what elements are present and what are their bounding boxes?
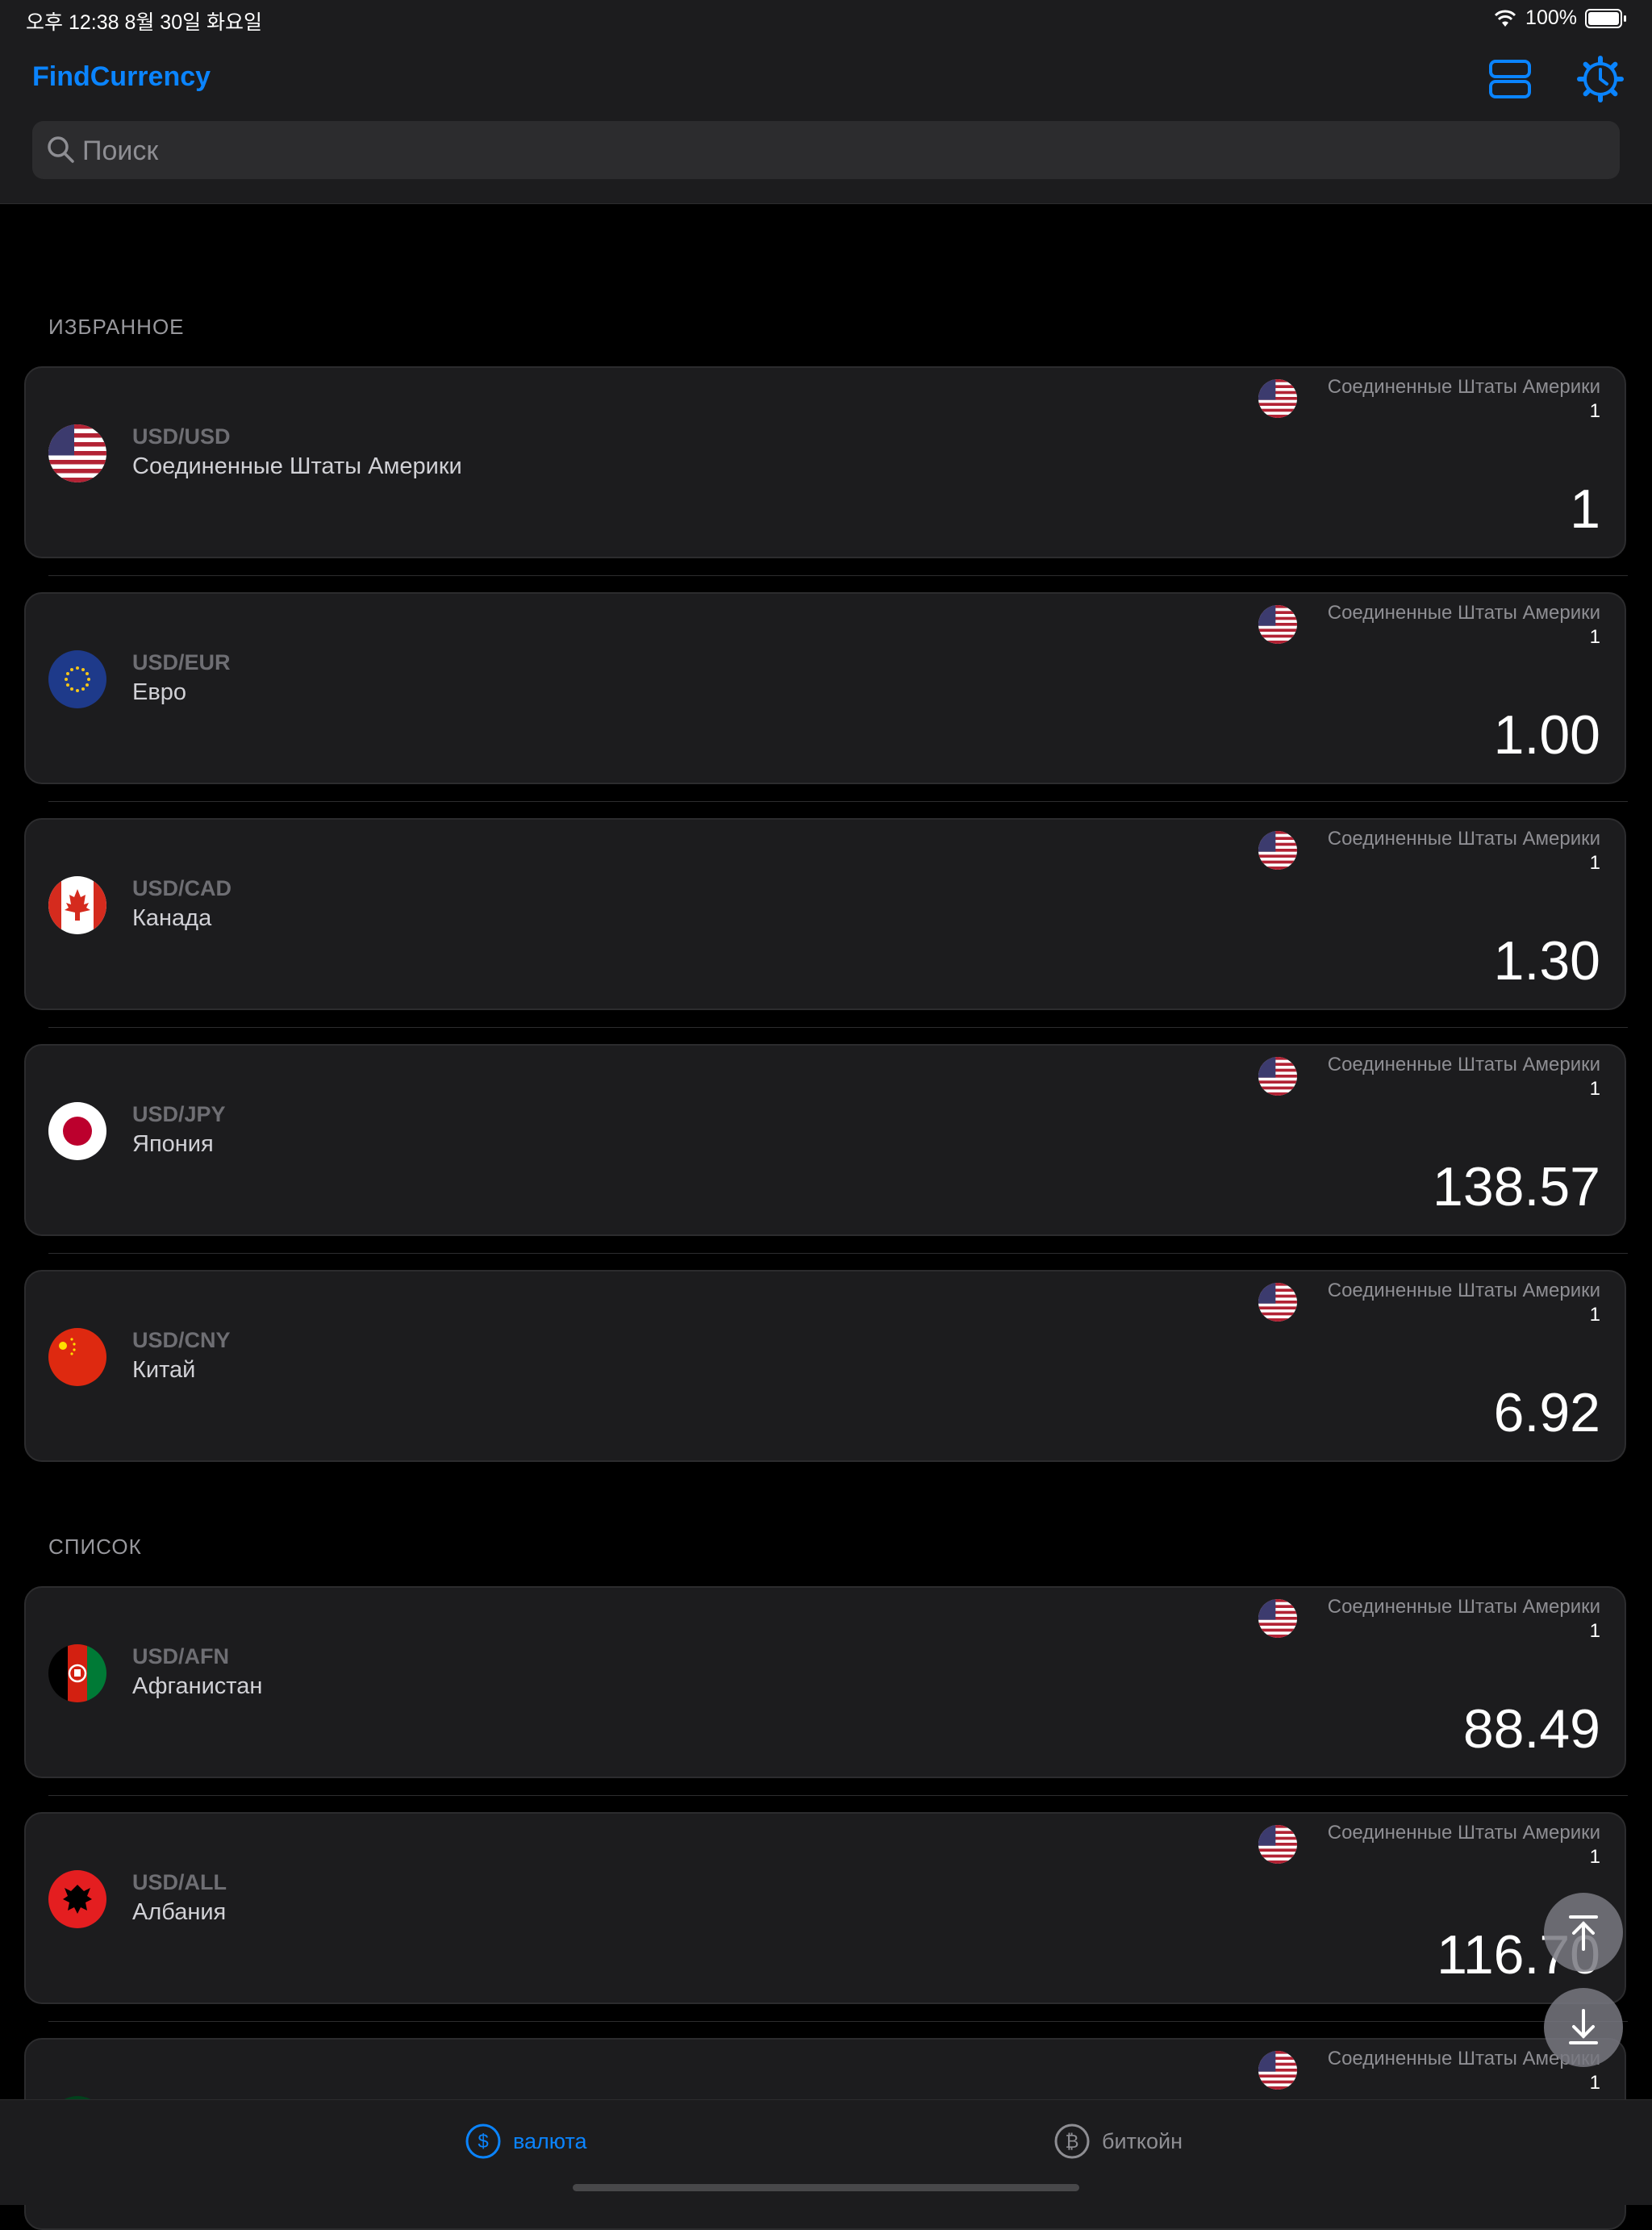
us-flag-icon	[1258, 605, 1297, 644]
base-currency-name: Соединенные Штаты Америки	[1327, 828, 1600, 850]
us-flag-icon	[1258, 1283, 1297, 1322]
base-currency-name: Соединенные Штаты Америки	[1327, 1054, 1600, 1075]
currency-pair: USD/CAD	[132, 876, 232, 900]
base-amount: 1	[1589, 626, 1600, 648]
row-separator	[48, 575, 1628, 576]
scroll-to-bottom-button[interactable]	[1544, 1988, 1623, 2067]
exchange-rate: 1.30	[1493, 930, 1600, 992]
exchange-rate: 138.57	[1433, 1156, 1600, 1217]
currency-name: Албания	[132, 1899, 227, 1925]
tab-bitcoin-label: биткойн	[1102, 2128, 1183, 2153]
scroll-to-top-button[interactable]	[1544, 1893, 1623, 1972]
row-separator	[48, 801, 1628, 802]
battery-icon	[1585, 8, 1622, 28]
status-bar: 오후 12:38 8월 30일 화요일 100%	[0, 0, 1652, 39]
base-amount: 1	[1589, 852, 1600, 874]
currency-pair: USD/EUR	[132, 650, 231, 674]
row-separator	[48, 2021, 1628, 2022]
japan-flag-icon	[48, 1102, 106, 1160]
row-separator	[48, 1253, 1628, 1254]
home-indicator	[573, 2184, 1079, 2191]
currency-pair: USD/AFN	[132, 1644, 229, 1668]
arrow-down-to-line-icon	[1569, 2009, 1598, 2044]
tab-currency-label: валюта	[513, 2128, 587, 2153]
currency-pair: USD/CNY	[132, 1328, 231, 1352]
base-currency-name: Соединенные Штаты Америки	[1327, 1596, 1600, 1618]
list-section-title: СПИСОК	[48, 1535, 142, 1559]
gear-clock-icon	[1577, 56, 1624, 102]
currency-card-usd-jpy[interactable]: USD/JPY Япония Соединенные Штаты Америки…	[24, 1044, 1626, 1236]
china-flag-icon	[48, 1328, 106, 1386]
us-flag-icon	[1258, 1599, 1297, 1638]
currency-pair: USD/ALL	[132, 1870, 227, 1894]
base-currency-name: Соединенные Штаты Америки	[1327, 376, 1600, 398]
currency-card-usd-afn[interactable]: USD/AFN Афганистан Соединенные Штаты Аме…	[24, 1586, 1626, 1778]
exchange-rate: 1.00	[1493, 704, 1600, 766]
search-icon	[48, 136, 74, 163]
base-currency-name: Соединенные Штаты Америки	[1327, 1822, 1600, 1844]
us-flag-icon	[1258, 831, 1297, 870]
svg-text:₿: ₿	[1065, 2132, 1078, 2153]
us-flag-icon	[1258, 1825, 1297, 1864]
row-separator	[48, 1027, 1628, 1028]
tab-bitcoin[interactable]: ₿ биткойн	[1053, 2123, 1183, 2160]
base-currency-name: Соединенные Штаты Америки	[1327, 602, 1600, 624]
currency-name: Япония	[132, 1131, 214, 1157]
base-amount: 1	[1589, 1620, 1600, 1642]
currency-pair: USD/USD	[132, 424, 231, 449]
svg-text:$: $	[478, 2131, 488, 2153]
currency-pair: USD/JPY	[132, 1102, 226, 1126]
tab-bar: $ валюта ₿ биткойн	[0, 2099, 1652, 2205]
currency-card-usd-eur[interactable]: USD/EUR Евро Соединенные Штаты Америки 1…	[24, 592, 1626, 784]
us-flag-icon	[1258, 1057, 1297, 1096]
currency-name: Канада	[132, 905, 212, 931]
albania-flag-icon	[48, 1870, 106, 1928]
navigation-header: FindCurrency	[0, 39, 1652, 204]
afghanistan-flag-icon	[48, 1644, 106, 1702]
favorites-section-title: ИЗБРАННОЕ	[48, 315, 185, 339]
base-amount: 1	[1589, 1846, 1600, 1868]
us-flag-icon	[1258, 2051, 1297, 2090]
bitcoin-circle-icon: ₿	[1054, 2124, 1090, 2159]
search-input[interactable]	[81, 121, 1600, 181]
base-currency-name: Соединенные Штаты Америки	[1327, 1280, 1600, 1301]
currency-card-usd-all[interactable]: USD/ALL Албания Соединенные Штаты Америк…	[24, 1812, 1626, 2004]
exchange-rate: 6.92	[1493, 1382, 1600, 1443]
wifi-icon	[1494, 10, 1516, 27]
base-amount: 1	[1589, 1304, 1600, 1326]
base-amount: 1	[1589, 2072, 1600, 2094]
currency-name: Евро	[132, 679, 187, 705]
eu-flag-icon	[48, 650, 106, 708]
tab-currency[interactable]: $ валюта	[465, 2123, 587, 2160]
currency-name: Китай	[132, 1357, 196, 1383]
currency-name: Соединенные Штаты Америки	[132, 453, 462, 479]
currency-card-usd-cad[interactable]: USD/CAD Канада Соединенные Штаты Америки…	[24, 818, 1626, 1010]
exchange-rate: 88.49	[1462, 1698, 1600, 1760]
search-bar[interactable]	[32, 121, 1620, 181]
app-title: FindCurrency	[32, 61, 211, 92]
settings-button[interactable]	[1576, 55, 1625, 103]
us-flag-icon	[1258, 379, 1297, 418]
row-separator	[48, 1795, 1628, 1796]
battery-tip	[1624, 15, 1626, 22]
base-amount: 1	[1589, 1078, 1600, 1100]
currency-card-usd-cny[interactable]: USD/CNY Китай Соединенные Штаты Америки …	[24, 1270, 1626, 1462]
canada-flag-icon	[48, 876, 106, 934]
exchange-rate: 1	[1570, 478, 1600, 540]
arrow-up-to-line-icon	[1569, 1915, 1598, 1951]
currency-card-usd-usd[interactable]: USD/USD Соединенные Штаты Америки Соедин…	[24, 366, 1626, 558]
base-amount: 1	[1589, 400, 1600, 422]
currency-name: Афганистан	[132, 1673, 263, 1699]
status-indicators: 100%	[1493, 6, 1626, 30]
status-time-date: 오후 12:38 8월 30일 화요일	[26, 11, 263, 34]
us-flag-icon	[48, 424, 106, 482]
layout-toggle-button[interactable]	[1486, 55, 1534, 103]
battery-percent: 100%	[1525, 6, 1577, 29]
layout-rows-icon	[1489, 60, 1531, 98]
dollar-circle-icon: $	[465, 2124, 501, 2159]
